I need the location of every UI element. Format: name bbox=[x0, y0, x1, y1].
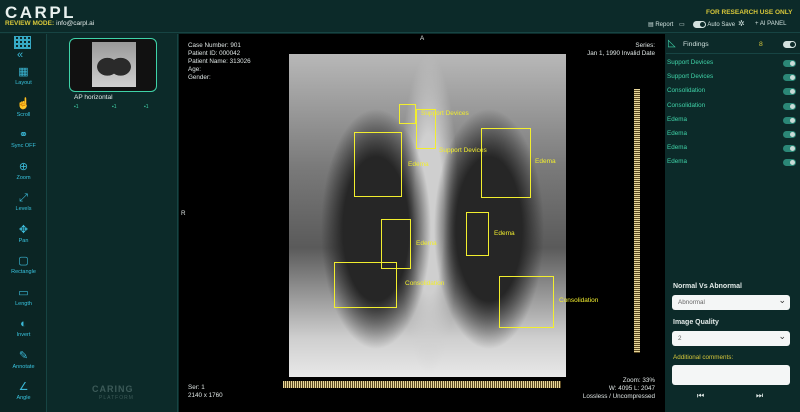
layout-switch-icon[interactable]: ▭ bbox=[679, 21, 685, 28]
sync-icon: ⚭ bbox=[18, 129, 29, 141]
finding-item[interactable]: Edema bbox=[667, 144, 687, 151]
finding-toggle[interactable] bbox=[783, 60, 796, 67]
tool-invert[interactable]: ◐ Invert bbox=[3, 317, 44, 347]
horizontal-scale-ruler bbox=[283, 381, 561, 388]
layout-icon: ▦ bbox=[18, 66, 29, 78]
rectangle-icon: ▢ bbox=[18, 255, 29, 267]
annotation-label: Consolidation bbox=[405, 280, 445, 287]
comments-input[interactable] bbox=[672, 365, 790, 385]
zoom-icon: ⊕ bbox=[18, 160, 29, 173]
finding-toggle[interactable] bbox=[783, 159, 796, 167]
next-case-icon[interactable]: ⏭ bbox=[756, 391, 763, 401]
patient-info: Case Number: 901 Patient ID: 000042 Pati… bbox=[188, 42, 251, 81]
annotation-label: Edema bbox=[494, 230, 515, 237]
vertical-scale-ruler bbox=[634, 89, 640, 353]
tool-sidebar: « ▦ Layout ☝ Scroll ⚭ Sync OFF ⊕ Zoom ⤢ Levels ✥ Pa… bbox=[0, 34, 47, 412]
annotation-label: Consolidation bbox=[559, 297, 599, 304]
pan-icon: ✥ bbox=[18, 223, 29, 236]
findings-count: 8 bbox=[759, 41, 763, 48]
finding-toggle[interactable] bbox=[783, 88, 796, 96]
finding-toggle[interactable] bbox=[783, 74, 796, 82]
tool-zoom[interactable]: ⊕ Zoom bbox=[3, 160, 44, 190]
levels-icon: ⤢ bbox=[19, 192, 28, 204]
tool-annotate[interactable]: ✎ Annotate bbox=[3, 349, 44, 379]
finding-item[interactable]: Consolidation bbox=[667, 102, 705, 109]
autosave-switch[interactable] bbox=[693, 21, 706, 28]
series-count-b: ▪1 bbox=[112, 104, 117, 110]
finding-toggle[interactable] bbox=[783, 116, 796, 124]
carpl-viewer-app: CARPL REVIEW MODE: info@carpl.ai FOR RESE… bbox=[0, 0, 800, 412]
invert-icon: ◐ bbox=[20, 318, 27, 330]
research-notice: FOR RESEARCH USE ONLY bbox=[706, 9, 793, 16]
platform-brand: PLATFORM bbox=[99, 395, 134, 401]
finding-item[interactable]: Consolidation bbox=[667, 87, 705, 94]
collapse-chevron-icon[interactable]: « bbox=[17, 49, 23, 61]
annotation-box[interactable] bbox=[354, 132, 402, 197]
review-mode: REVIEW MODE: info@carpl.ai bbox=[5, 20, 95, 27]
annotation-box[interactable] bbox=[416, 109, 436, 149]
series-info: Series: Jan 1, 1990 Invalid Date bbox=[587, 42, 655, 57]
thumbnail-xray-image bbox=[92, 42, 136, 87]
tool-scroll[interactable]: ☝ Scroll bbox=[3, 97, 44, 127]
image-display-info: Zoom: 33% W: 4095 L: 2047 Lossless / Unc… bbox=[582, 377, 655, 400]
tool-pan[interactable]: ✥ Pan bbox=[3, 223, 44, 253]
tool-sync-off[interactable]: ⚭ Sync OFF bbox=[3, 128, 44, 158]
tool-layout[interactable]: ▦ Layout bbox=[3, 65, 44, 95]
annotation-box[interactable] bbox=[466, 212, 489, 256]
ai-panel-button[interactable]: + AI PANEL bbox=[755, 21, 786, 27]
findings-header: ◺ Findings 8 bbox=[666, 36, 800, 54]
series-count-a: ▪1 bbox=[74, 104, 79, 110]
caring-brand: CARING bbox=[92, 384, 134, 394]
finding-item[interactable]: Edema bbox=[667, 130, 687, 137]
previous-case-icon[interactable]: ⏮ bbox=[697, 391, 704, 401]
settings-gear-icon[interactable]: ✲ bbox=[738, 19, 745, 28]
comments-label: Additional comments: bbox=[673, 354, 734, 361]
finding-toggle[interactable] bbox=[783, 145, 796, 153]
finding-toggle[interactable] bbox=[783, 131, 796, 138]
grid-toggle-icon[interactable] bbox=[14, 36, 31, 49]
tool-levels[interactable]: ⤢ Levels bbox=[3, 191, 44, 221]
orientation-left: R bbox=[181, 210, 186, 217]
annotation-label: Edema bbox=[408, 161, 429, 168]
finding-item[interactable]: Support Devices bbox=[667, 73, 713, 80]
annotation-box[interactable] bbox=[399, 104, 416, 124]
top-bar: CARPL REVIEW MODE: info@carpl.ai FOR RESE… bbox=[0, 0, 800, 33]
annotation-label: Edema bbox=[416, 240, 437, 247]
annotation-box[interactable] bbox=[481, 128, 531, 198]
annotation-label: Support Devices bbox=[439, 147, 487, 154]
report-icon: ▤ bbox=[648, 22, 654, 28]
q2-label: Image Quality bbox=[673, 319, 719, 326]
annotation-label: Edema bbox=[535, 158, 556, 165]
series-panel: AP horizontal ▪1 ▪1 ▪1 CARING PLATFORM bbox=[48, 34, 178, 412]
tool-angle[interactable]: ∠ Angle bbox=[3, 380, 44, 410]
orientation-top: A bbox=[420, 35, 425, 42]
findings-icon: ◺ bbox=[668, 38, 676, 49]
image-quality-select[interactable]: 2 bbox=[672, 331, 790, 346]
chest-xray-image[interactable] bbox=[289, 54, 566, 377]
image-series-info: Ser: 1 2140 x 1760 bbox=[188, 384, 223, 399]
report-button[interactable]: ▤ Report bbox=[648, 21, 673, 28]
finding-item[interactable]: Edema bbox=[667, 116, 687, 123]
series-count-c: ▪1 bbox=[144, 104, 149, 110]
series-label: AP horizontal bbox=[74, 94, 113, 101]
findings-panel: ◺ Findings 8 Support Devices Support Devi… bbox=[666, 34, 800, 412]
annotation-box[interactable] bbox=[499, 276, 554, 328]
autosave-toggle[interactable]: Auto Save bbox=[693, 21, 735, 28]
angle-icon: ∠ bbox=[18, 381, 29, 393]
finding-item[interactable]: Edema bbox=[667, 158, 687, 165]
image-viewport[interactable]: A R Case Number: 901 Patient ID: 000042 … bbox=[179, 34, 665, 412]
tool-rectangle[interactable]: ▢ Rectangle bbox=[3, 254, 44, 284]
finding-toggle[interactable] bbox=[783, 102, 796, 110]
length-icon: ▭ bbox=[18, 286, 29, 299]
tool-length[interactable]: ▭ Length bbox=[3, 286, 44, 316]
series-thumbnail[interactable] bbox=[69, 38, 157, 92]
finding-item[interactable]: Support Devices bbox=[667, 59, 713, 66]
annotate-icon: ✎ bbox=[18, 349, 29, 362]
normal-abnormal-select[interactable]: Abnormal bbox=[672, 295, 790, 310]
q1-label: Normal Vs Abnormal bbox=[673, 283, 742, 290]
findings-master-toggle[interactable] bbox=[783, 41, 796, 48]
annotation-box[interactable] bbox=[334, 262, 397, 308]
scroll-icon: ☝ bbox=[16, 97, 31, 110]
